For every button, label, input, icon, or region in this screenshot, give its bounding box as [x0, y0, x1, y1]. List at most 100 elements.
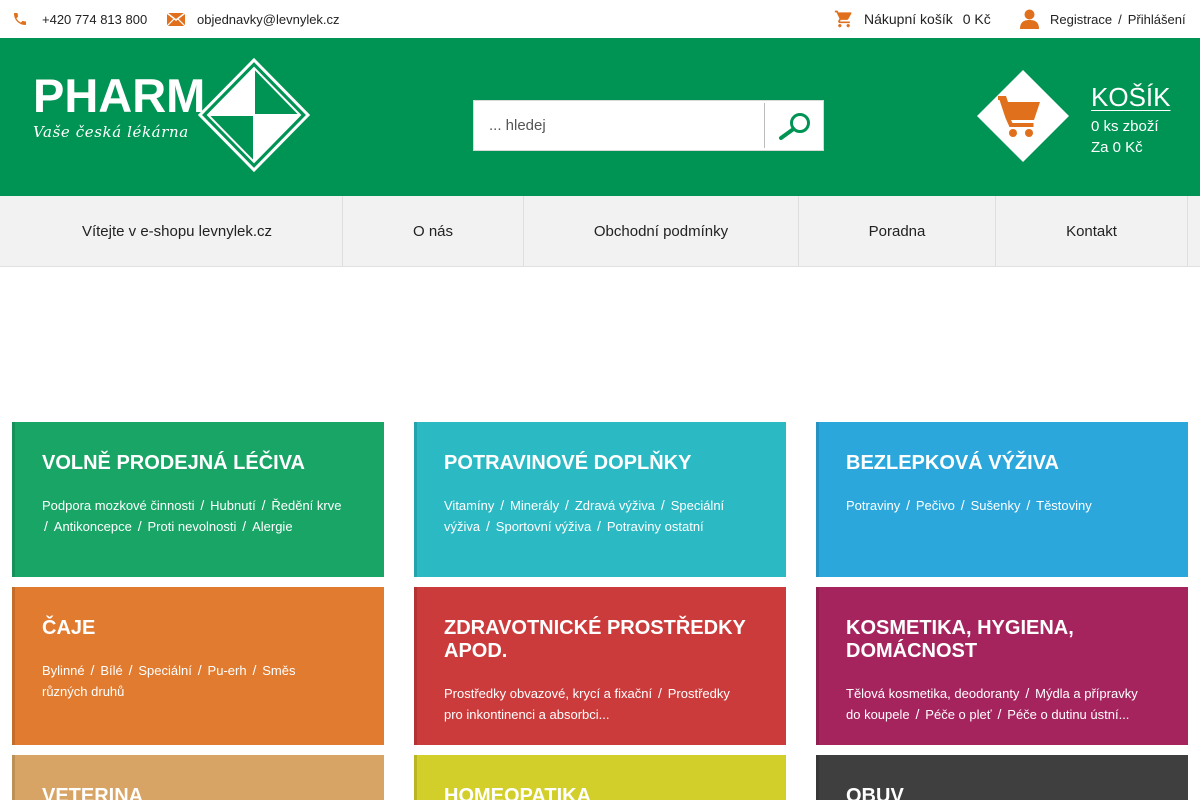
subcategory-link[interactable]: Potraviny ostatní: [607, 519, 704, 534]
phone-contact[interactable]: +420 774 813 800: [12, 0, 147, 38]
logo-tagline: Vaše česká lékárna: [33, 123, 189, 141]
subcategory-separator: /: [482, 518, 494, 534]
category-subcategories: Bylinné / Bílé / Speciální / Pu-erh / Sm…: [42, 660, 342, 702]
subcategory-link[interactable]: Hubnutí: [210, 498, 256, 513]
category-title[interactable]: POTRAVINOVÉ DOPLŇKY: [444, 452, 764, 475]
category-title[interactable]: BEZLEPKOVÁ VÝŽIVA: [846, 452, 1166, 475]
category-tile[interactable]: BEZLEPKOVÁ VÝŽIVA Potraviny / Pečivo / Su…: [816, 422, 1188, 577]
register-link[interactable]: Registrace: [1050, 12, 1112, 27]
subcategory-separator: /: [1022, 497, 1035, 513]
topbar-cart-label: Nákupní košík: [864, 11, 953, 27]
subcategory-separator: /: [257, 497, 270, 513]
subcategory-link[interactable]: Sušenky: [971, 498, 1021, 513]
category-subcategories: Potraviny / Pečivo / Sušenky / Těstoviny: [846, 495, 1146, 516]
header-cart-items: 0 ks zboží: [1091, 118, 1159, 135]
subcategory-link[interactable]: Sportovní výživa: [496, 519, 591, 534]
topbar-cart-price: 0 Kč: [962, 11, 991, 27]
logo-diamond-icon: [198, 58, 310, 172]
header-cart-total: Za 0 Kč: [1091, 139, 1143, 156]
subcategory-separator: /: [124, 662, 137, 678]
category-title[interactable]: OBUV: [846, 785, 1166, 800]
subcategory-link[interactable]: Speciální: [138, 663, 191, 678]
category-tile[interactable]: ČAJE Bylinné / Bílé / Speciální / Pu-erh …: [12, 587, 384, 745]
subcategory-link[interactable]: Vitamíny: [444, 498, 494, 513]
subcategory-link[interactable]: Alergie: [252, 519, 292, 534]
link-separator: /: [1118, 11, 1122, 27]
category-subcategories: Tělová kosmetika, deodoranty / Mýdla a p…: [846, 683, 1146, 725]
site-logo[interactable]: PHARM Vaše česká lékárna: [32, 58, 312, 176]
subcategory-link[interactable]: Potraviny: [846, 498, 900, 513]
search-input[interactable]: [474, 101, 764, 150]
subcategory-separator: /: [196, 497, 209, 513]
subcategory-separator: /: [593, 518, 605, 534]
category-title[interactable]: ČAJE: [42, 617, 362, 640]
subcategory-link[interactable]: Pečivo: [916, 498, 955, 513]
subcategory-link[interactable]: Těstoviny: [1036, 498, 1092, 513]
category-subcategories: Vitamíny / Minerály / Zdravá výživa / Sp…: [444, 495, 744, 537]
category-tile[interactable]: VOLNĚ PRODEJNÁ LÉČIVA Podpora mozkové čin…: [12, 422, 384, 577]
category-title[interactable]: ZDRAVOTNICKÉ PROSTŘEDKY APOD.: [444, 617, 764, 663]
nav-item-advice[interactable]: Poradna: [799, 196, 996, 266]
subcategory-separator: /: [993, 706, 1006, 722]
mail-icon: [167, 12, 185, 26]
nav-item-welcome[interactable]: Vítejte v e-shopu levnylek.cz: [12, 196, 343, 266]
category-tile[interactable]: VETERINA: [12, 755, 384, 800]
topbar-cart-link[interactable]: Nákupní košík 0 Kč: [834, 0, 991, 38]
email-address: objednavky@levnylek.cz: [197, 11, 340, 27]
header: PHARM Vaše česká lékárna ... hledej KOŠÍ…: [0, 38, 1200, 196]
subcategory-link[interactable]: Ředění krve: [271, 498, 341, 513]
subcategory-separator: /: [1021, 685, 1034, 701]
nav-item-about[interactable]: O nás: [343, 196, 524, 266]
phone-number: +420 774 813 800: [42, 11, 148, 27]
cart-icon: [834, 9, 854, 29]
category-tile[interactable]: OBUV: [816, 755, 1188, 800]
category-tile[interactable]: KOSMETIKA, HYGIENA, DOMÁCNOST Tělová kosm…: [816, 587, 1188, 745]
subcategory-separator: /: [911, 706, 924, 722]
category-title[interactable]: VETERINA: [42, 785, 362, 800]
subcategory-separator: /: [657, 497, 669, 513]
subcategory-separator: /: [44, 518, 52, 534]
subcategory-link[interactable]: Bylinné: [42, 663, 85, 678]
subcategory-link[interactable]: Zdravá výživa: [575, 498, 655, 513]
subcategory-separator: /: [238, 518, 251, 534]
top-bar: +420 774 813 800 objednavky@levnylek.cz …: [0, 0, 1200, 38]
subcategory-separator: /: [956, 497, 969, 513]
email-contact[interactable]: objednavky@levnylek.cz: [167, 0, 340, 38]
subcategory-separator: /: [86, 662, 99, 678]
subcategory-link[interactable]: Prostředky obvazové, krycí a fixační: [444, 686, 652, 701]
subcategory-separator: /: [654, 685, 666, 701]
subcategory-link[interactable]: Proti nevolnosti: [148, 519, 237, 534]
category-title[interactable]: KOSMETIKA, HYGIENA, DOMÁCNOST: [846, 617, 1166, 663]
subcategory-link[interactable]: Podpora mozkové činnosti: [42, 498, 194, 513]
subcategory-separator: /: [561, 497, 573, 513]
header-cart-title[interactable]: KOŠÍK: [1091, 82, 1170, 113]
user-icon: [1020, 9, 1039, 29]
subcategory-link[interactable]: Tělová kosmetika, deodoranty: [846, 686, 1019, 701]
subcategory-link[interactable]: Péče o dutinu ústní...: [1007, 707, 1129, 722]
subcategory-separator: /: [248, 662, 261, 678]
phone-icon: [12, 11, 28, 27]
category-title[interactable]: HOMEOPATIKA: [444, 785, 764, 800]
subcategory-link[interactable]: Minerály: [510, 498, 559, 513]
subcategory-separator: /: [193, 662, 206, 678]
header-cart-badge[interactable]: [977, 70, 1069, 162]
search-box: [473, 100, 824, 151]
nav-item-contact[interactable]: Kontakt: [996, 196, 1188, 266]
search-button[interactable]: [765, 101, 824, 150]
subcategory-link[interactable]: Antikoncepce: [54, 519, 132, 534]
logo-wordmark: PHARM: [33, 69, 206, 122]
subcategory-link[interactable]: Pu-erh: [208, 663, 247, 678]
nav-item-terms[interactable]: Obchodní podmínky: [524, 196, 799, 266]
category-tile[interactable]: HOMEOPATIKA: [414, 755, 786, 800]
subcategory-separator: /: [133, 518, 146, 534]
subcategory-separator: /: [496, 497, 509, 513]
category-subcategories: Prostředky obvazové, krycí a fixační / P…: [444, 683, 744, 725]
subcategory-link[interactable]: Péče o pleť: [925, 707, 991, 722]
subcategory-link[interactable]: Bílé: [100, 663, 122, 678]
category-tile[interactable]: POTRAVINOVÉ DOPLŇKY Vitamíny / Minerály /…: [414, 422, 786, 577]
category-title[interactable]: VOLNĚ PRODEJNÁ LÉČIVA: [42, 452, 362, 475]
login-link[interactable]: Přihlášení: [1128, 12, 1186, 27]
user-links: Registrace / Přihlášení: [1020, 0, 1186, 38]
search-icon: [778, 112, 810, 140]
category-tile[interactable]: ZDRAVOTNICKÉ PROSTŘEDKY APOD. Prostředky …: [414, 587, 786, 745]
